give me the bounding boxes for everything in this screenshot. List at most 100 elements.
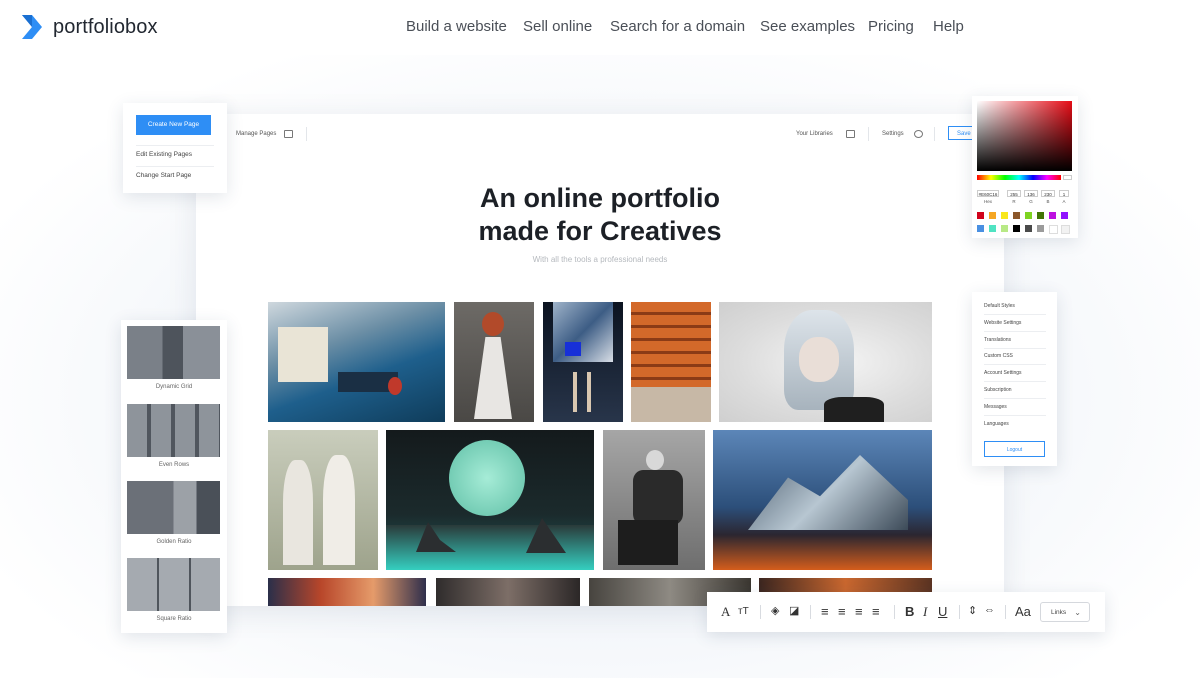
menu-divider	[984, 381, 1046, 382]
layout-thumb-even-rows[interactable]	[127, 404, 220, 457]
align-left-icon[interactable]: ≡	[821, 604, 829, 619]
color-swatch[interactable]	[1061, 212, 1068, 219]
letter-spacing-icon[interactable]: ⇔	[984, 604, 995, 616]
color-swatch[interactable]	[1001, 212, 1008, 219]
menu-divider	[984, 348, 1046, 349]
color-swatch[interactable]	[1037, 212, 1044, 219]
a-label: A	[1062, 199, 1066, 204]
gallery-photo-museum[interactable]	[713, 430, 932, 570]
gallery-photo-performer[interactable]	[436, 578, 580, 606]
color-swatch[interactable]	[977, 212, 984, 219]
gallery-photo-office[interactable]	[268, 302, 445, 422]
messages-item[interactable]: Messages	[984, 404, 1007, 410]
align-center-icon[interactable]: ≡	[838, 604, 846, 619]
color-swatch[interactable]	[1037, 225, 1044, 232]
gallery-photo-man-chair[interactable]	[603, 430, 705, 570]
nav-sell-online[interactable]: Sell online	[523, 18, 592, 35]
hue-slider[interactable]	[977, 175, 1061, 180]
color-swatch[interactable]	[989, 225, 996, 232]
pages-menu: Create New Page Edit Existing Pages Chan…	[123, 103, 227, 193]
change-start-page-item[interactable]: Change Start Page	[136, 172, 191, 179]
languages-item[interactable]: Languages	[984, 421, 1009, 427]
alpha-slider[interactable]	[1063, 175, 1072, 180]
your-libraries-link[interactable]: Your Libraries	[796, 131, 833, 137]
gallery-photo-moon[interactable]	[386, 430, 594, 570]
red-input[interactable]: 255	[1007, 190, 1021, 197]
gallery-photo-building[interactable]	[631, 302, 711, 422]
bold-button[interactable]: B	[905, 604, 914, 619]
edit-existing-pages-item[interactable]: Edit Existing Pages	[136, 151, 192, 158]
pages-icon[interactable]	[284, 130, 293, 138]
gallery-photo-dress[interactable]	[454, 302, 534, 422]
gallery-photo-fashion[interactable]	[543, 302, 623, 422]
background-color-icon[interactable]: ◪	[789, 604, 799, 617]
layout-label: Dynamic Grid	[155, 384, 193, 390]
logout-button[interactable]: Logout	[984, 441, 1045, 457]
brand-logo[interactable]: portfoliobox	[20, 14, 158, 40]
font-family-button[interactable]: Aa	[1015, 604, 1031, 619]
color-picker: #E60C16 255 136 230 1 Hex R G B A	[972, 96, 1078, 238]
subscription-item[interactable]: Subscription	[984, 387, 1012, 393]
nav-help[interactable]: Help	[933, 18, 964, 35]
nav-build-website[interactable]: Build a website	[406, 18, 507, 35]
text-transform-icon[interactable]: тT	[738, 606, 749, 617]
toolbar-divider	[959, 605, 960, 619]
nav-pricing[interactable]: Pricing	[868, 18, 914, 35]
align-justify-icon[interactable]: ≡	[872, 604, 880, 619]
italic-button[interactable]: I	[923, 604, 927, 620]
nav-search-domain[interactable]: Search for a domain	[610, 18, 745, 35]
account-settings-item[interactable]: Account Settings	[984, 370, 1022, 376]
g-label: G	[1029, 199, 1033, 204]
layout-label: Even Rows	[158, 462, 190, 468]
color-swatch[interactable]	[1061, 225, 1070, 234]
color-swatch[interactable]	[1001, 225, 1008, 232]
color-swatch[interactable]	[1013, 212, 1020, 219]
color-swatch[interactable]	[1013, 225, 1020, 232]
manage-pages-link[interactable]: Manage Pages	[236, 131, 276, 137]
hero-title: An online portfolio made for Creatives	[196, 182, 1004, 248]
color-swatch[interactable]	[1049, 225, 1058, 234]
gallery-photo-portrait[interactable]	[719, 302, 932, 422]
blue-input[interactable]: 230	[1041, 190, 1055, 197]
layout-thumb-golden-ratio[interactable]	[127, 481, 220, 534]
create-new-page-button[interactable]: Create New Page	[136, 115, 211, 135]
portfoliobox-logo-icon	[22, 15, 42, 39]
menu-divider	[984, 331, 1046, 332]
links-dropdown[interactable]: Links ⌄	[1040, 602, 1090, 622]
links-dropdown-value: Links	[1051, 609, 1067, 616]
line-height-icon[interactable]: ⇕	[968, 604, 977, 617]
color-swatch[interactable]	[1025, 225, 1032, 232]
layout-thumb-square-ratio[interactable]	[127, 558, 220, 611]
website-settings-item[interactable]: Website Settings	[984, 320, 1021, 326]
green-input[interactable]: 136	[1024, 190, 1038, 197]
editor-preview: Manage Pages Your Libraries Settings Sav…	[196, 114, 1004, 606]
text-color-icon[interactable]: ◈	[771, 604, 779, 617]
settings-menu: Default Styles Website Settings Translat…	[972, 292, 1057, 466]
default-styles-item[interactable]: Default Styles	[984, 303, 1015, 309]
gear-icon[interactable]	[914, 130, 923, 138]
nav-see-examples[interactable]: See examples	[760, 18, 855, 35]
color-swatch[interactable]	[1025, 212, 1032, 219]
color-swatch[interactable]	[977, 225, 984, 232]
library-icon[interactable]	[846, 130, 855, 138]
font-size-icon[interactable]: A	[721, 604, 730, 620]
toolbar-divider	[894, 605, 895, 619]
color-saturation-field[interactable]	[977, 101, 1072, 171]
layout-thumb-dynamic-grid[interactable]	[127, 326, 220, 379]
custom-css-item[interactable]: Custom CSS	[984, 353, 1013, 359]
translations-item[interactable]: Translations	[984, 337, 1011, 343]
color-swatch[interactable]	[989, 212, 996, 219]
hero-title-line-2: made for Creatives	[478, 216, 722, 246]
settings-link[interactable]: Settings	[882, 131, 904, 137]
color-swatch[interactable]	[1049, 212, 1056, 219]
gallery-photo-brides[interactable]	[268, 430, 378, 570]
brand-name: portfoliobox	[53, 15, 158, 38]
hero-subtitle: With all the tools a professional needs	[532, 255, 668, 264]
alpha-input[interactable]: 1	[1059, 190, 1069, 197]
toolbar-divider	[760, 605, 761, 619]
b-label: B	[1046, 199, 1050, 204]
hex-input[interactable]: #E60C16	[977, 190, 999, 197]
underline-button[interactable]: U	[938, 604, 947, 619]
gallery-photo-abstract[interactable]	[268, 578, 426, 606]
align-right-icon[interactable]: ≡	[855, 604, 863, 619]
